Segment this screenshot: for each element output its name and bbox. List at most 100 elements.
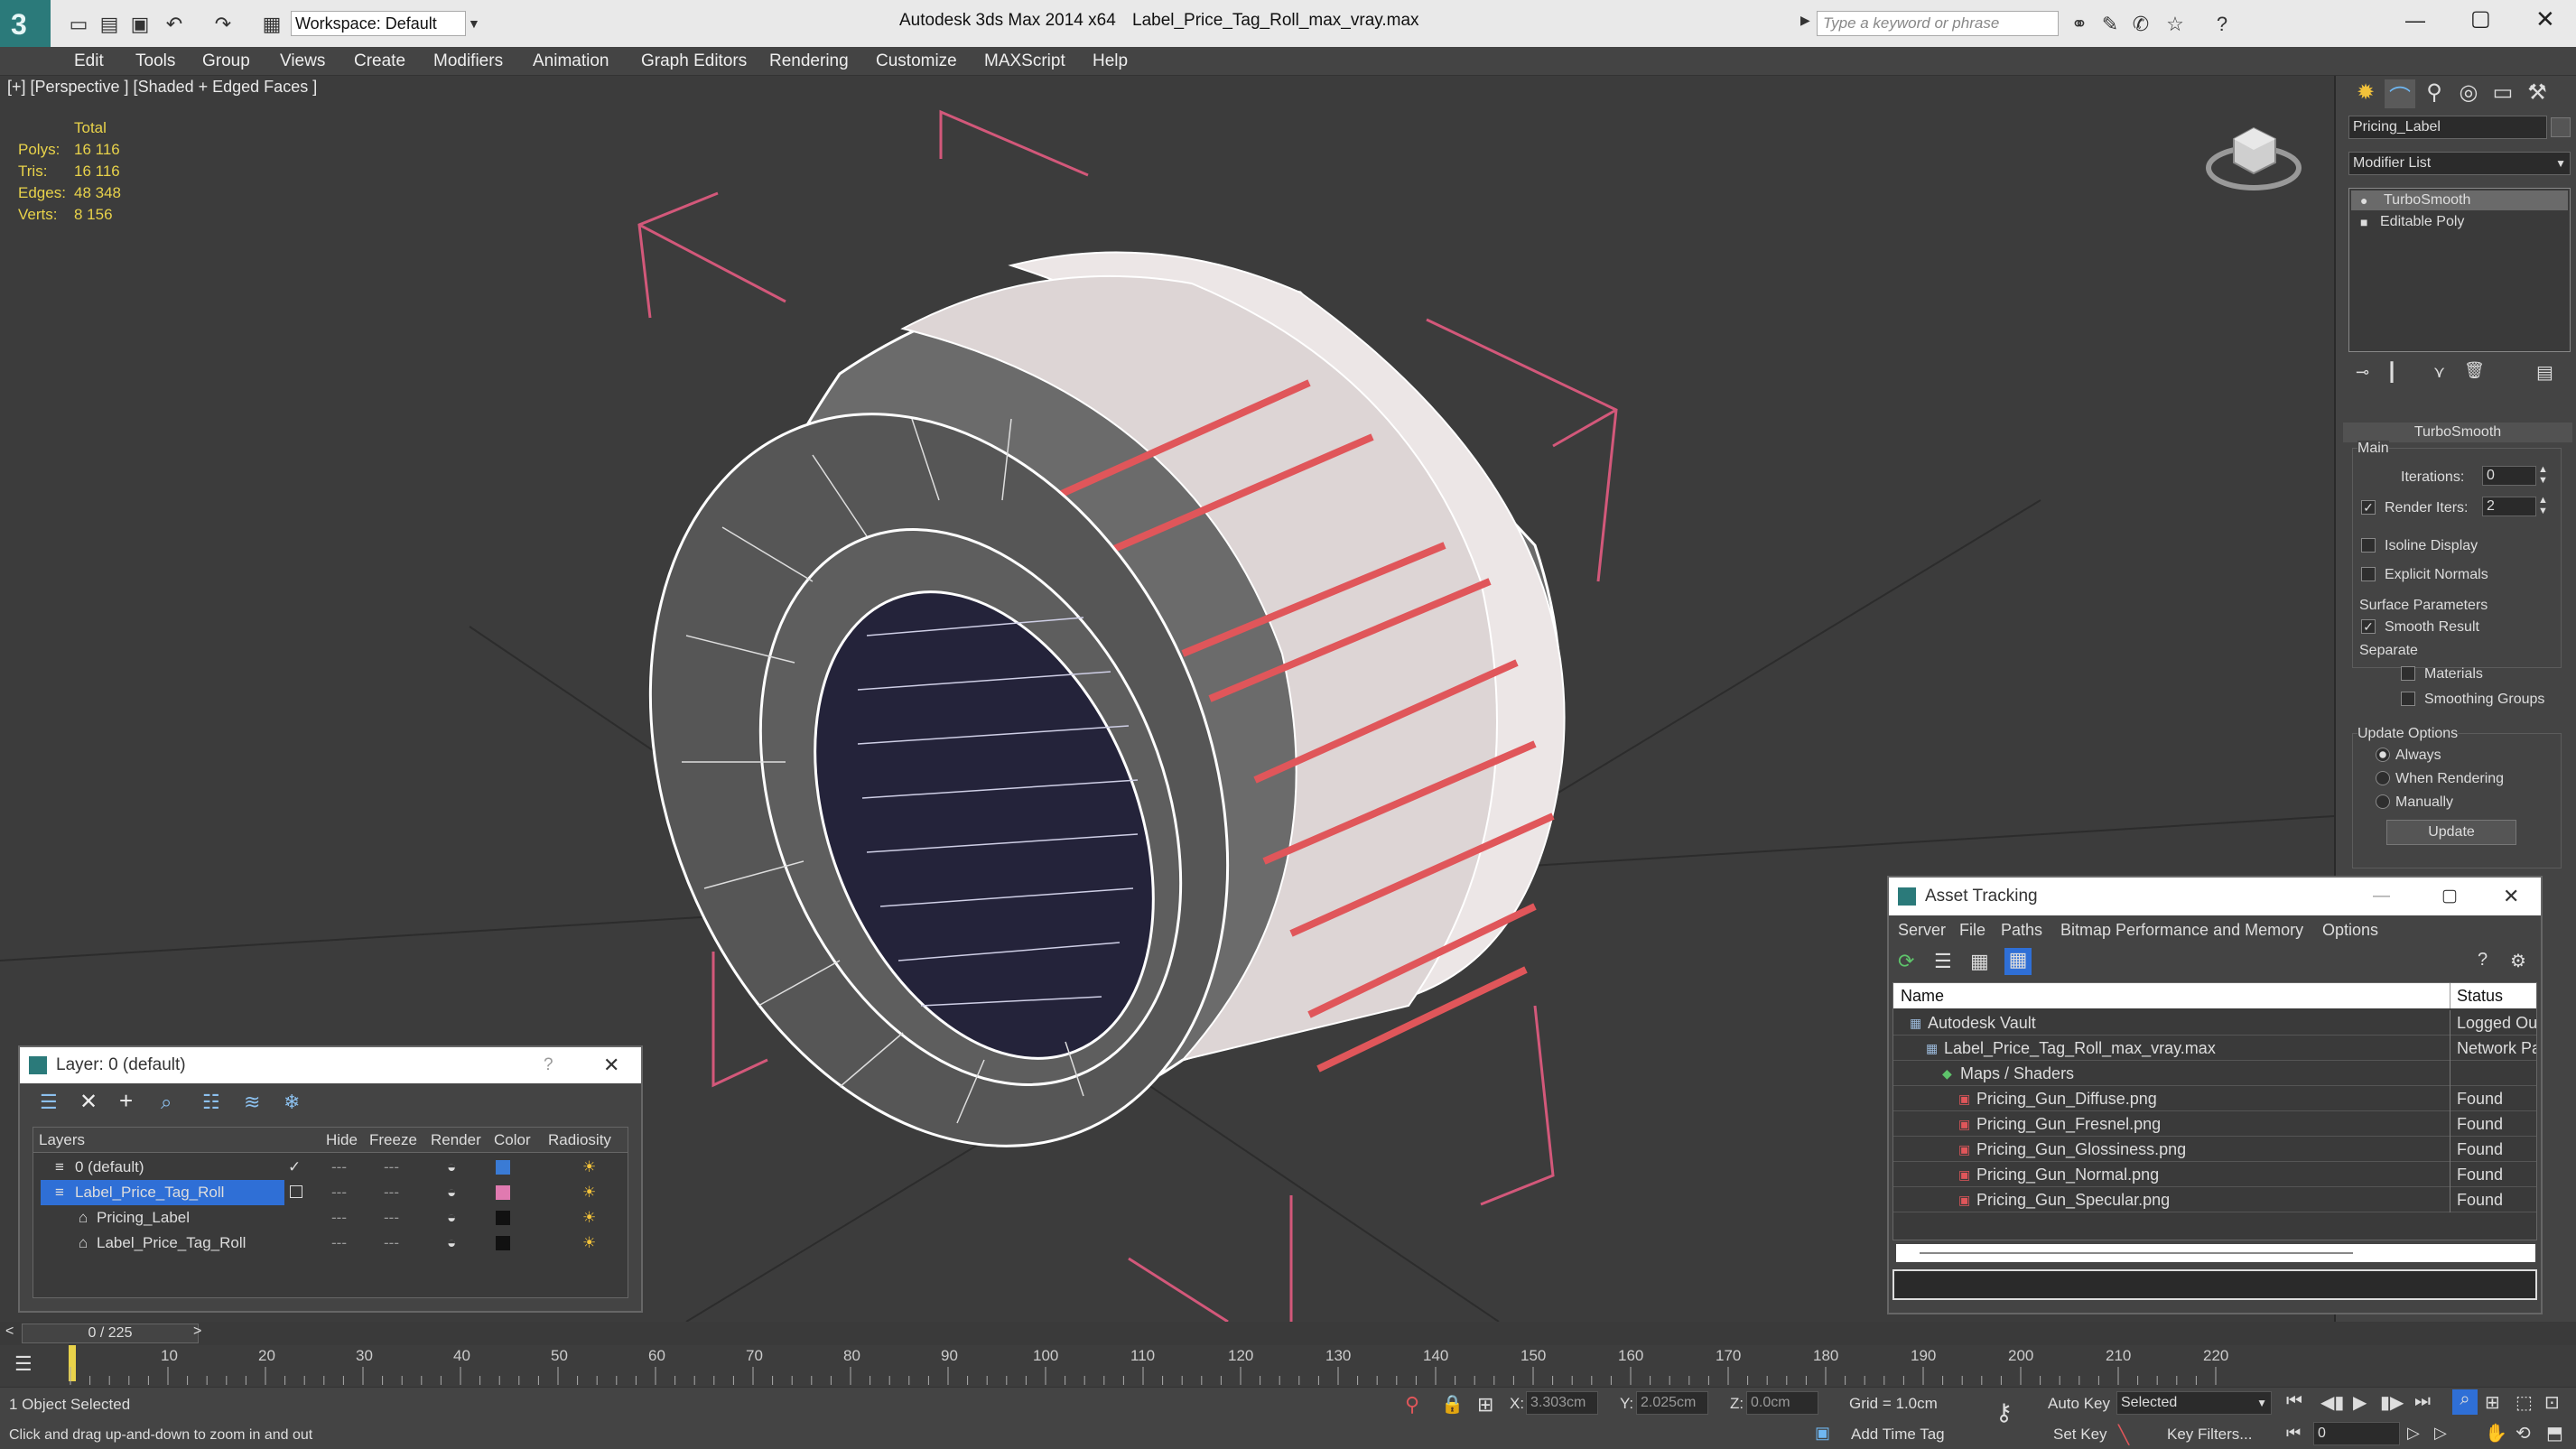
- lightbulb-icon[interactable]: ●: [2360, 190, 2367, 210]
- maximize-icon[interactable]: ▢: [2441, 878, 2458, 915]
- hide-all-layers-icon[interactable]: ≋: [244, 1091, 260, 1114]
- update-button[interactable]: Update: [2386, 820, 2516, 845]
- time-config-icon[interactable]: ▷: [2407, 1424, 2420, 1443]
- highlight-layer-icon[interactable]: ☷: [202, 1091, 220, 1114]
- asset-row[interactable]: ▣ Pricing_Gun_Glossiness.png Found: [1893, 1137, 2536, 1162]
- menu-customize[interactable]: Customize: [876, 47, 957, 76]
- iterations-spinner[interactable]: 0: [2482, 466, 2536, 486]
- time-slider[interactable]: < 0 / 225 >: [0, 1322, 2576, 1345]
- redo-icon[interactable]: ↷: [209, 11, 237, 38]
- key-filters-button[interactable]: Key Filters...: [2167, 1426, 2252, 1444]
- make-unique-icon[interactable]: ⋎: [2433, 363, 2445, 382]
- modifier-stack-item[interactable]: ■ Editable Poly: [2351, 212, 2568, 232]
- layer-name[interactable]: Label_Price_Tag_Roll: [97, 1231, 246, 1256]
- asset-menu-bitmap-performance[interactable]: Bitmap Performance and Memory: [2060, 915, 2303, 944]
- render-iters-arrows-icon[interactable]: ▲ ▼: [2538, 495, 2548, 516]
- go-to-start-icon[interactable]: ⏮: [2286, 1391, 2302, 1412]
- layer-color-swatch[interactable]: [496, 1211, 510, 1225]
- delete-layer-icon[interactable]: ✕: [79, 1089, 98, 1115]
- menu-tools[interactable]: Tools: [135, 47, 175, 76]
- render-iters-spinner[interactable]: 2: [2482, 497, 2536, 516]
- set-key-button[interactable]: Set Key: [2053, 1426, 2107, 1444]
- col-radiosity[interactable]: Radiosity: [548, 1128, 611, 1153]
- freeze-toggle[interactable]: ---: [384, 1155, 399, 1180]
- modify-tab-icon[interactable]: ⌒: [2385, 79, 2415, 110]
- modifier-list-dropdown[interactable]: Modifier List ▼: [2348, 152, 2571, 175]
- zoom-extents-all-icon[interactable]: ⊡: [2544, 1391, 2560, 1414]
- close-window-icon[interactable]: ✕: [2535, 5, 2555, 33]
- previous-frame-icon[interactable]: ◀▮: [2320, 1391, 2344, 1414]
- selection-set-dropdown[interactable]: Selected ▼: [2116, 1391, 2272, 1415]
- asset-horizontal-scrollbar[interactable]: [1896, 1244, 2535, 1262]
- pin-stack-icon[interactable]: ⊸: [2356, 363, 2369, 382]
- next-frame-icon[interactable]: ▮▶: [2380, 1391, 2404, 1414]
- orbit-icon[interactable]: ⟲: [2516, 1422, 2531, 1444]
- close-icon[interactable]: ✕: [2503, 878, 2519, 915]
- freeze-toggle[interactable]: ---: [384, 1205, 399, 1231]
- auto-key-button[interactable]: Auto Key: [2048, 1395, 2110, 1413]
- absolute-mode-icon[interactable]: ⊞: [1477, 1393, 1493, 1416]
- menu-group[interactable]: Group: [202, 47, 250, 76]
- save-file-icon[interactable]: ▣: [126, 11, 153, 38]
- asset-row[interactable]: ▣ Pricing_Gun_Specular.png Found: [1893, 1187, 2536, 1212]
- new-file-icon[interactable]: ▭: [65, 11, 92, 38]
- layer-row[interactable]: ≡ Label_Price_Tag_Roll --- --- ◒ ☀: [33, 1180, 628, 1205]
- hide-toggle[interactable]: ---: [331, 1155, 347, 1180]
- select-layer-objects-icon[interactable]: ⌕: [161, 1091, 172, 1114]
- close-icon[interactable]: ✕: [603, 1047, 619, 1083]
- table-view-icon[interactable]: ▦: [1970, 950, 1989, 973]
- layer-row[interactable]: ≡ 0 (default) ✓ --- --- ◒ ☀: [33, 1155, 628, 1180]
- minimize-icon[interactable]: —: [2373, 878, 2390, 915]
- smoothing-groups-checkbox[interactable]: [2401, 692, 2415, 706]
- menu-rendering[interactable]: Rendering: [769, 47, 849, 76]
- layer-name[interactable]: Pricing_Label: [97, 1205, 190, 1231]
- add-time-tag[interactable]: Add Time Tag: [1851, 1426, 1945, 1444]
- layer-name[interactable]: Label_Price_Tag_Roll: [75, 1180, 224, 1205]
- menu-views[interactable]: Views: [280, 47, 325, 76]
- minimize-window-icon[interactable]: —: [2405, 9, 2425, 33]
- col-freeze[interactable]: Freeze: [369, 1128, 417, 1153]
- radiosity-icon[interactable]: ☀: [582, 1180, 596, 1205]
- object-color-swatch[interactable]: [2551, 117, 2571, 137]
- search-input[interactable]: Type a keyword or phrase: [1817, 11, 2059, 36]
- z-coordinate-field[interactable]: 0.0cm: [1746, 1391, 1818, 1415]
- radiosity-icon[interactable]: ☀: [582, 1231, 596, 1256]
- y-coordinate-field[interactable]: 2.025cm: [1636, 1391, 1708, 1415]
- asset-row[interactable]: ▦ Label_Price_Tag_Roll_max_vray.max Networ…: [1893, 1036, 2536, 1061]
- help-icon[interactable]: ?: [2478, 950, 2488, 971]
- menu-create[interactable]: Create: [354, 47, 405, 76]
- col-status[interactable]: Status: [2457, 983, 2503, 1008]
- render-iters-checkbox[interactable]: ✓: [2361, 500, 2376, 515]
- key-icon[interactable]: ╲: [2118, 1424, 2129, 1446]
- display-tab-icon[interactable]: ▭: [2488, 79, 2518, 108]
- menu-help[interactable]: Help: [1093, 47, 1128, 76]
- zoom-extents-icon[interactable]: ⬚: [2516, 1391, 2533, 1414]
- asset-menu-paths[interactable]: Paths: [2001, 915, 2042, 944]
- render-teapot-icon[interactable]: ◒: [447, 1180, 456, 1205]
- col-render[interactable]: Render: [431, 1128, 481, 1153]
- list-view-icon[interactable]: ☰: [1934, 950, 1952, 973]
- create-tab-icon[interactable]: ✹: [2350, 79, 2381, 108]
- viewcube-icon[interactable]: [2203, 112, 2311, 202]
- modifier-stack-item[interactable]: ● TurboSmooth: [2351, 190, 2568, 210]
- col-hide[interactable]: Hide: [326, 1128, 358, 1153]
- pan-icon[interactable]: ✋: [2485, 1422, 2507, 1444]
- layer-color-swatch[interactable]: [496, 1185, 510, 1200]
- modifier-stack[interactable]: ● TurboSmooth ■ Editable Poly: [2348, 188, 2571, 352]
- menu-modifiers[interactable]: Modifiers: [433, 47, 503, 76]
- time-tag-icon[interactable]: ▣: [1815, 1424, 1830, 1443]
- radiosity-icon[interactable]: ☀: [582, 1155, 596, 1180]
- undo-icon[interactable]: ↶: [161, 11, 188, 38]
- materials-checkbox[interactable]: [2401, 666, 2415, 681]
- layer-color-swatch[interactable]: [496, 1236, 510, 1250]
- scrollbar-thumb[interactable]: [1920, 1252, 2353, 1254]
- rollout-header[interactable]: TurboSmooth: [2343, 423, 2572, 442]
- zoom-icon[interactable]: ⌕: [2452, 1389, 2478, 1415]
- object-name-field[interactable]: Pricing_Label: [2348, 116, 2547, 139]
- favorites-star-icon[interactable]: ☆: [2162, 11, 2189, 38]
- when-rendering-radio[interactable]: [2376, 771, 2390, 785]
- asset-menu-file[interactable]: File: [1959, 915, 1985, 944]
- go-to-end-icon[interactable]: ⏭: [2414, 1391, 2431, 1412]
- maximize-viewport-icon[interactable]: ⬒: [2546, 1422, 2563, 1444]
- layer-row[interactable]: ⌂ Label_Price_Tag_Roll --- --- ◒ ☀: [33, 1231, 628, 1256]
